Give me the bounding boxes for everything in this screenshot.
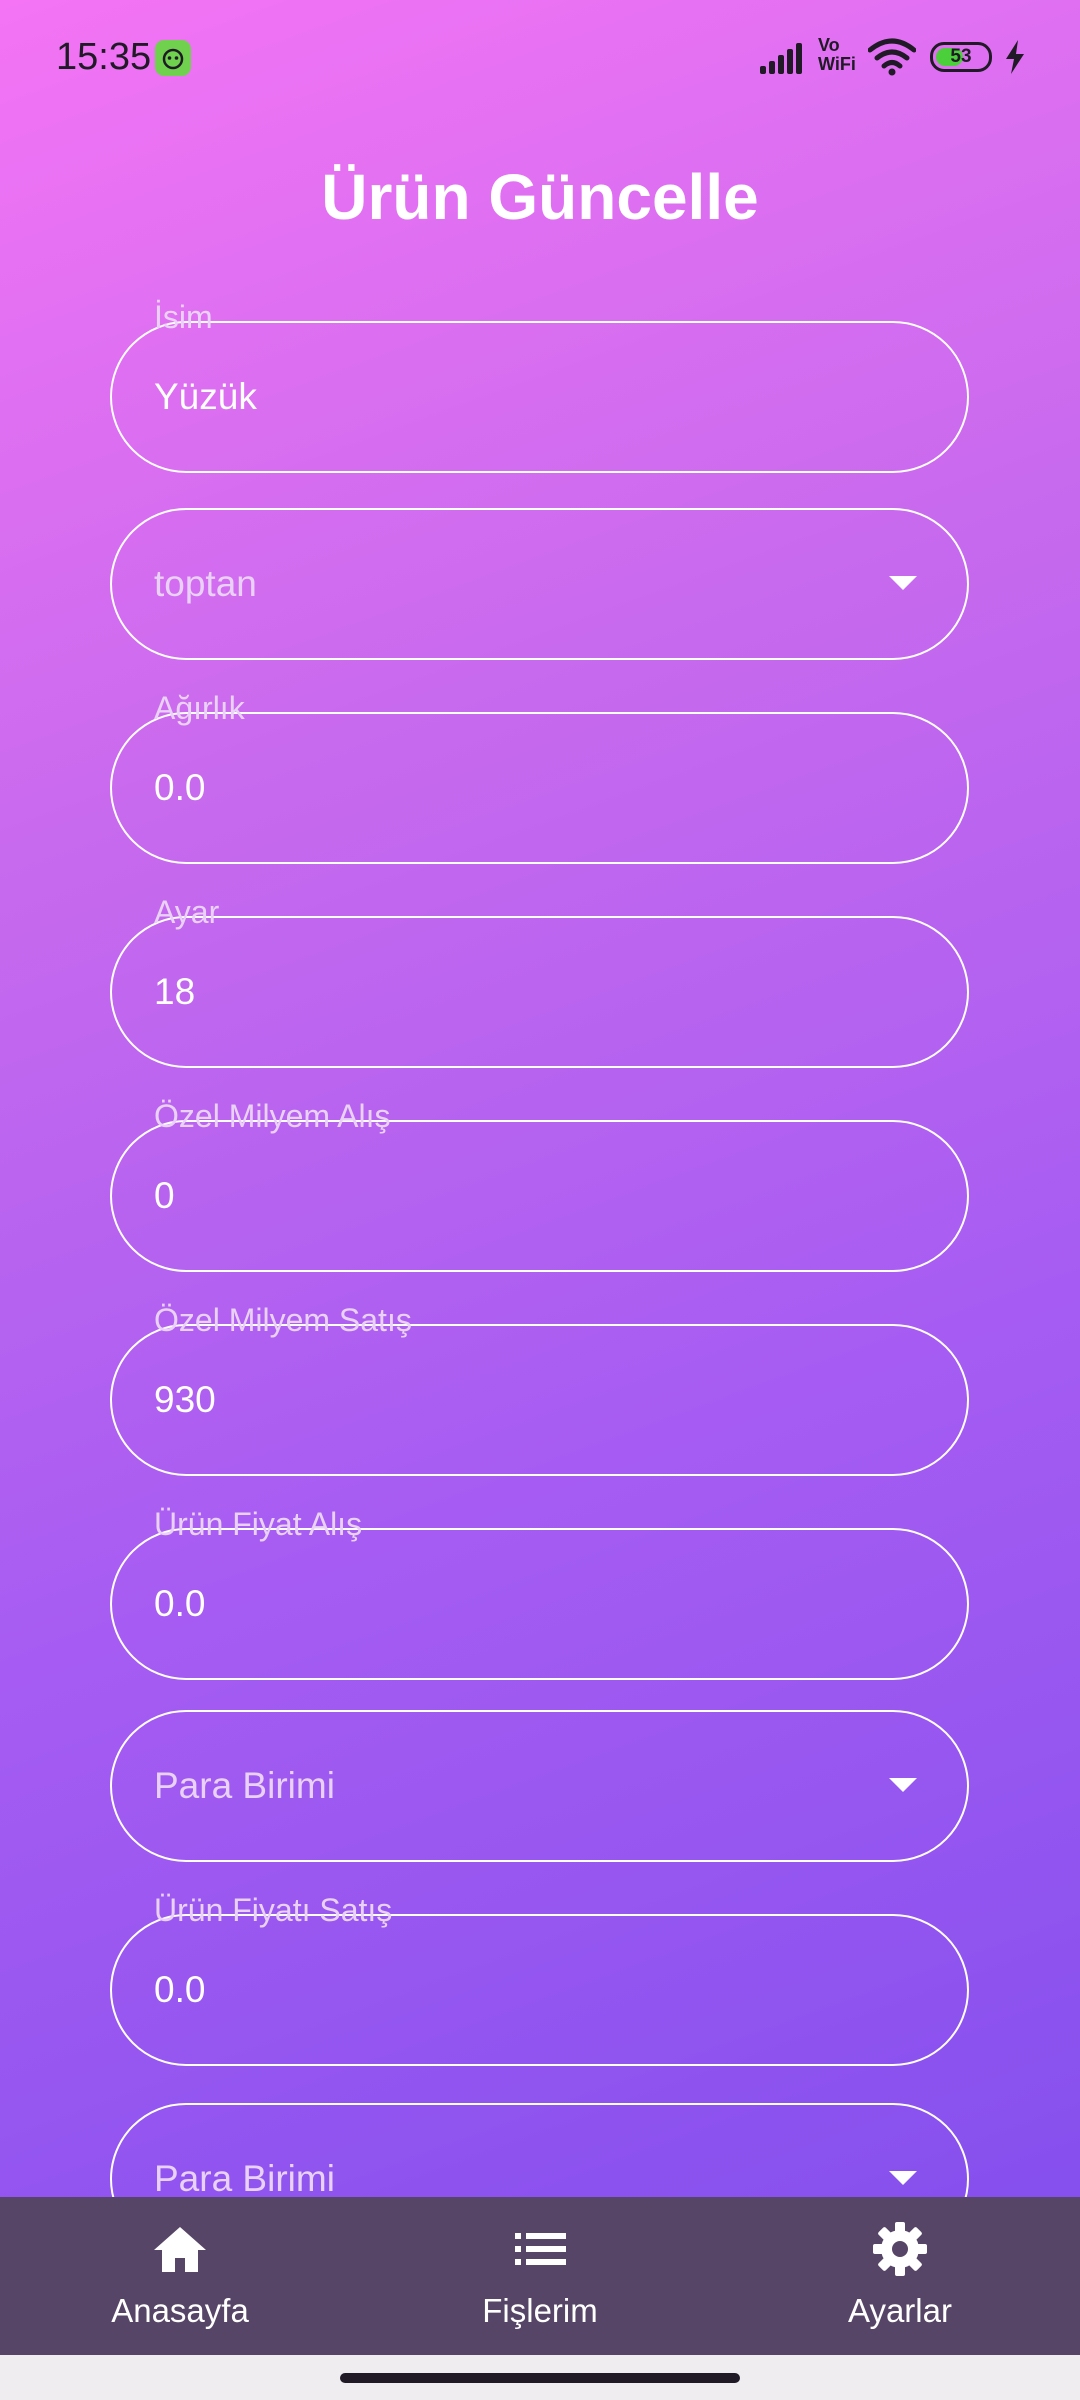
- name-field-value[interactable]: Yüzük: [154, 323, 257, 470]
- product-buy-price-value[interactable]: 0.0: [154, 1530, 205, 1677]
- custom-fineness-buy-value[interactable]: 0: [154, 1122, 175, 1269]
- product-sell-price-field[interactable]: Ürün Fiyatı Satış 0.0: [110, 1892, 969, 2066]
- product-sell-price-value[interactable]: 0.0: [154, 1916, 205, 2063]
- nav-item-label: Ayarlar: [848, 2292, 952, 2329]
- buy-currency-placeholder: Para Birimi: [154, 1765, 335, 1806]
- wifi-icon: [867, 38, 917, 81]
- battery-level: 53: [950, 46, 972, 67]
- home-gesture-bar[interactable]: [340, 2373, 740, 2383]
- app-notification-icon: [155, 40, 191, 76]
- sale-type-dropdown[interactable]: toptan: [110, 508, 969, 660]
- custom-fineness-buy-label: Özel Milyem Alış: [154, 1098, 391, 1134]
- battery-icon: 53: [930, 42, 992, 72]
- chevron-down-icon: [889, 2171, 917, 2185]
- name-field[interactable]: İsim Yüzük: [110, 299, 969, 473]
- nav-item-home[interactable]: Anasayfa: [60, 2197, 300, 2355]
- weight-field-value[interactable]: 0.0: [154, 714, 205, 861]
- nav-item-label: Anasayfa: [111, 2292, 249, 2329]
- weight-field[interactable]: Ağırlık 0.0: [110, 690, 969, 864]
- list-icon: [510, 2219, 570, 2279]
- status-time: 15:35: [56, 36, 152, 78]
- sale-type-placeholder: toptan: [154, 563, 257, 604]
- vowifi-label: Vo WiFi: [818, 35, 856, 74]
- custom-fineness-sell-value[interactable]: 930: [154, 1326, 216, 1473]
- chevron-down-icon: [889, 1778, 917, 1792]
- custom-fineness-sell-field[interactable]: Özel Milyem Satış 930: [110, 1302, 969, 1476]
- buy-currency-dropdown[interactable]: Para Birimi: [110, 1710, 969, 1862]
- charging-icon: [1004, 40, 1026, 79]
- home-icon: [150, 2219, 210, 2279]
- cellular-signal-icon: [760, 38, 812, 74]
- nav-item-label: Fişlerim: [482, 2292, 598, 2329]
- bottom-navigation: Anasayfa Fişlerim Ayarlar: [0, 2197, 1080, 2355]
- gear-icon: [870, 2219, 930, 2279]
- product-buy-price-field[interactable]: Ürün Fiyat Alış 0.0: [110, 1506, 969, 1680]
- chevron-down-icon: [889, 576, 917, 590]
- nav-item-settings[interactable]: Ayarlar: [780, 2197, 1020, 2355]
- karat-field-value[interactable]: 18: [154, 918, 195, 1065]
- karat-field[interactable]: Ayar 18: [110, 894, 969, 1068]
- gesture-area: [0, 2355, 1080, 2400]
- custom-fineness-buy-field[interactable]: Özel Milyem Alış 0: [110, 1098, 969, 1272]
- nav-item-receipts[interactable]: Fişlerim: [420, 2197, 660, 2355]
- page-title: Ürün Güncelle: [321, 161, 759, 233]
- status-bar: 15:35 Vo WiFi 53: [0, 0, 1080, 115]
